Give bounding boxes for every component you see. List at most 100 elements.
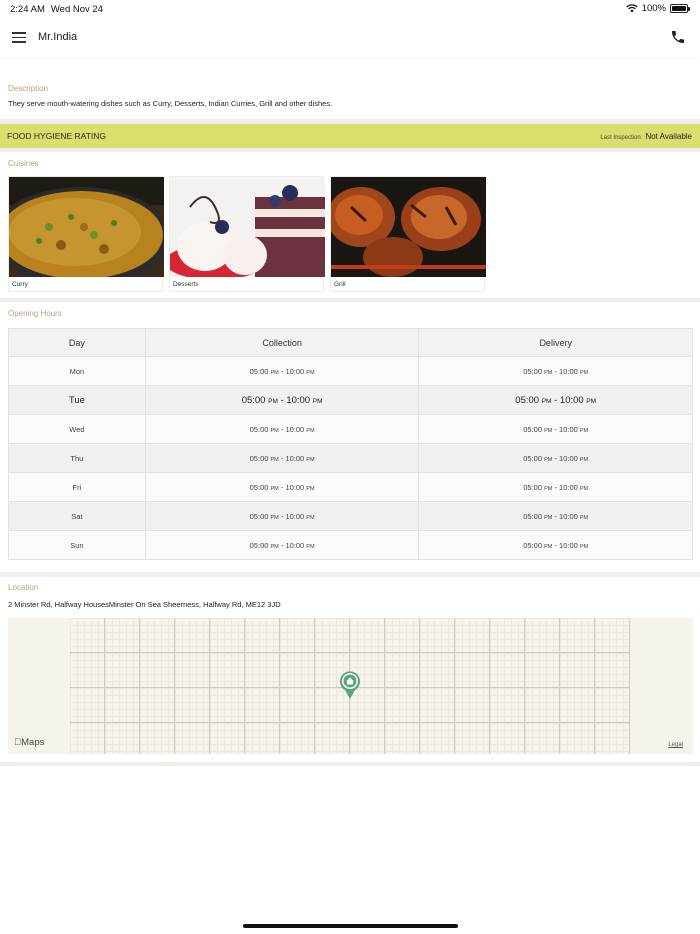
grill-image <box>331 177 486 277</box>
last-inspection-value: Not Available <box>645 132 692 141</box>
day-cell: Sun <box>8 530 146 560</box>
location-section: Location 2 Minster Rd, Halfway HousesMin… <box>8 583 698 609</box>
location-pin-icon[interactable] <box>338 670 362 700</box>
battery-percent: 100% <box>641 3 666 14</box>
cuisine-card-curry[interactable]: Curry <box>8 176 164 292</box>
collection-hours-cell: 05:00 PM - 10:00 PM <box>144 385 420 415</box>
day-cell: Sat <box>8 501 146 531</box>
open-time: 05:00 <box>241 394 269 406</box>
last-inspection: Last Inspection: Not Available <box>600 132 692 141</box>
open-time: 05:00 <box>249 540 271 550</box>
open-time: 05:00 <box>523 511 545 521</box>
header-delivery: Delivery <box>418 328 693 357</box>
collection-hours-cell: 05:00 PM - 10:00 PM <box>144 356 420 386</box>
open-time: 05:00 <box>249 453 271 463</box>
ampm: PM <box>270 369 279 376</box>
ampm: PM <box>270 543 279 550</box>
header-day: Day <box>8 328 146 357</box>
header-collection: Collection <box>144 328 420 357</box>
phone-icon[interactable] <box>670 29 686 45</box>
ampm: PM <box>579 369 589 376</box>
day-cell: Mon <box>8 356 146 386</box>
app-header: Mr.India <box>0 18 700 58</box>
ampm: PM <box>544 543 553 550</box>
ampm: PM <box>544 369 553 376</box>
ampm: PM <box>306 427 315 434</box>
ampm: PM <box>579 456 589 463</box>
collection-hours-cell: 05:00 PM - 10:00 PM <box>144 443 420 473</box>
open-time: 05:00 <box>249 511 271 521</box>
legal-link[interactable]: Legal <box>668 742 683 748</box>
ampm: PM <box>312 397 323 405</box>
close-time: 10:00 <box>559 394 587 406</box>
close-time: 10:00 <box>285 540 307 550</box>
ampm: PM <box>306 369 315 376</box>
hours-row-thu: Thu 05:00 PM - 10:00 PM 05:00 PM - 10:00 … <box>8 443 693 473</box>
open-time: 05:00 <box>523 424 545 434</box>
close-time: 10:00 <box>285 453 307 463</box>
ampm: PM <box>270 485 279 492</box>
status-time: 2:24 AM <box>10 4 45 15</box>
ampm: PM <box>270 427 279 434</box>
opening-hours-section: Opening Hours Day Collection Delivery Mo… <box>8 309 693 560</box>
divider <box>0 572 700 577</box>
close-time: 10:00 <box>559 482 580 492</box>
status-date: Wed Nov 24 <box>50 4 103 15</box>
opening-hours-table: Day Collection Delivery Mon 05:00 PM - 10… <box>8 328 693 560</box>
close-time: 10:00 <box>559 453 580 463</box>
delivery-hours-cell: 05:00 PM - 10:00 PM <box>418 385 693 415</box>
open-time: 05:00 <box>523 482 545 492</box>
ampm: PM <box>579 514 589 521</box>
address-text: 2 Minster Rd, Halfway HousesMinster On S… <box>8 600 281 609</box>
close-time: 10:00 <box>285 424 307 434</box>
hours-row-sun: Sun 05:00 PM - 10:00 PM 05:00 PM - 10:00 … <box>8 530 693 560</box>
cuisine-label-desserts: Desserts <box>173 281 199 288</box>
delivery-hours-cell: 05:00 PM - 10:00 PM <box>418 356 693 386</box>
battery-icon <box>670 4 690 13</box>
close-time: 10:00 <box>286 394 313 406</box>
open-time: 05:00 <box>249 424 271 434</box>
hours-row-tue: Tue 05:00 PM - 10:00 PM 05:00 PM - 10:00 … <box>8 385 693 415</box>
cuisines-section: Cuisines Curry Desserts Grill <box>8 159 698 292</box>
day-cell: Wed <box>8 414 146 444</box>
hours-row-wed: Wed 05:00 PM - 10:00 PM 05:00 PM - 10:00 … <box>8 414 693 444</box>
close-time: 10:00 <box>285 366 307 376</box>
day-cell: Fri <box>8 472 146 502</box>
close-time: 10:00 <box>559 511 580 521</box>
open-time: 05:00 <box>515 394 542 406</box>
map-view[interactable]: Maps Legal <box>8 618 693 754</box>
desserts-image <box>170 177 325 277</box>
close-time: 10:00 <box>559 540 580 550</box>
open-time: 05:00 <box>523 540 545 550</box>
last-inspection-label: Last Inspection: <box>600 135 643 141</box>
hamburger-menu-icon[interactable] <box>12 32 26 43</box>
divider <box>0 762 700 766</box>
cuisine-label-curry: Curry <box>12 281 28 288</box>
ampm: PM <box>268 397 278 405</box>
home-indicator[interactable] <box>243 924 458 928</box>
delivery-hours-cell: 05:00 PM - 10:00 PM <box>418 443 693 473</box>
hours-row-sat: Sat 05:00 PM - 10:00 PM 05:00 PM - 10:00 … <box>8 501 693 531</box>
day-cell: Thu <box>8 443 146 473</box>
cuisine-card-grill[interactable]: Grill <box>330 176 486 292</box>
food-hygiene-banner: FOOD HYGIENE RATING Last Inspection: Not … <box>0 124 700 148</box>
collection-hours-cell: 05:00 PM - 10:00 PM <box>144 472 420 502</box>
close-time: 10:00 <box>285 511 307 521</box>
apple-maps-logo: Maps <box>14 737 44 748</box>
status-time-group: 2:24 AM Wed Nov 24 <box>10 4 103 15</box>
curry-image <box>9 177 164 277</box>
ampm: PM <box>306 485 315 492</box>
ampm: PM <box>270 514 279 521</box>
ampm: PM <box>579 427 589 434</box>
description-text: They serve mouth-watering dishes such as… <box>8 99 333 108</box>
opening-hours-rows: Mon 05:00 PM - 10:00 PM 05:00 PM - 10:00 … <box>8 356 693 560</box>
cuisine-card-desserts[interactable]: Desserts <box>169 176 325 292</box>
maps-label: Maps <box>14 737 44 748</box>
ampm: PM <box>579 485 589 492</box>
ampm: PM <box>586 397 597 405</box>
location-label: Location <box>8 583 39 592</box>
collection-hours-cell: 05:00 PM - 10:00 PM <box>144 414 420 444</box>
ampm: PM <box>306 514 315 521</box>
ampm: PM <box>544 427 553 434</box>
open-time: 05:00 <box>249 482 271 492</box>
